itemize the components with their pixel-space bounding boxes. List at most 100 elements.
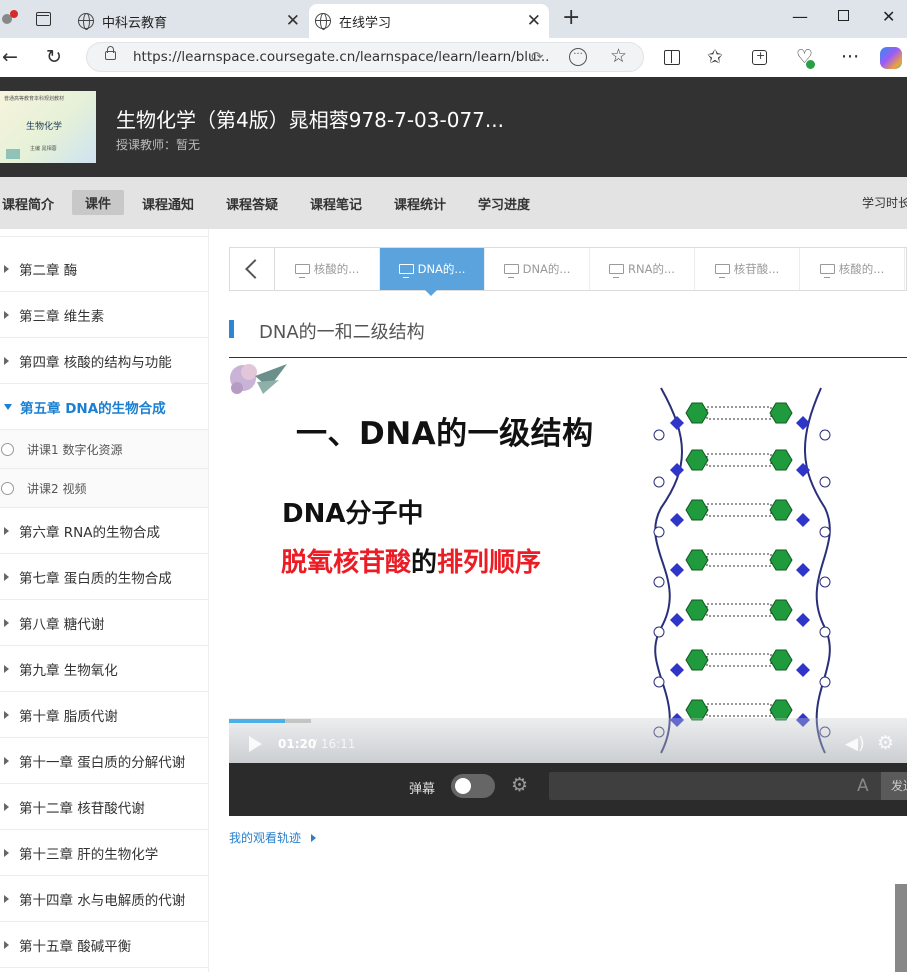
slide-line-2: 脱氧核苷酸的排列顺序 bbox=[281, 542, 541, 579]
more-menu-icon[interactable]: ··· bbox=[841, 46, 859, 68]
sub-item-label: 讲课2 视频 bbox=[27, 481, 87, 496]
chevron-right-icon bbox=[4, 848, 9, 857]
chevron-down-icon bbox=[4, 403, 12, 410]
profile-icon[interactable] bbox=[0, 8, 20, 30]
chapter-label: 第四章 核酸的结构与功能 bbox=[19, 354, 172, 371]
lesson-tab-3[interactable]: DNA的... bbox=[485, 248, 590, 290]
chapter-label: 第十二章 核苷酸代谢 bbox=[19, 800, 145, 817]
browser-tab-1[interactable]: 中科云教育 ✕ bbox=[72, 4, 308, 38]
nav-course-intro[interactable]: 课程简介 bbox=[2, 194, 54, 213]
danmaku-input[interactable] bbox=[549, 772, 881, 800]
section-accent-bar bbox=[229, 320, 234, 338]
volume-icon[interactable]: ◀) bbox=[845, 734, 865, 754]
video-player[interactable]: 一、DNA的一级结构 DNA分子中 脱氧核苷酸的排列顺序 01:20 / 16:… bbox=[229, 357, 907, 763]
tab-title: 中科云教育 bbox=[102, 15, 168, 31]
browser-tab-2[interactable]: 在线学习 ✕ bbox=[309, 4, 549, 38]
nav-notices[interactable]: 课程通知 bbox=[142, 194, 194, 213]
chapter-label: 第七章 蛋白质的生物合成 bbox=[19, 570, 172, 587]
sidebar-chapter-13[interactable]: 第十三章 肝的生物化学 bbox=[0, 830, 208, 876]
total-time: / 16:11 bbox=[313, 737, 356, 751]
lesson-tab-5[interactable]: 核苷酸... bbox=[695, 248, 800, 290]
back-icon[interactable]: ← bbox=[2, 46, 18, 68]
lesson-tab-1[interactable]: 核酸的... bbox=[275, 248, 380, 290]
play-icon[interactable] bbox=[249, 736, 262, 752]
chevron-right-icon bbox=[4, 940, 9, 949]
course-header: 普通高等教育本科规划教材 生物化学 主编 晁相蓉 生物化学（第4版）晁相蓉978… bbox=[0, 77, 907, 177]
sidebar-sub-item-1[interactable]: 讲课1 数字化资源 bbox=[0, 430, 208, 469]
globe-icon bbox=[315, 13, 331, 30]
refresh-icon[interactable]: ↻ bbox=[46, 46, 62, 68]
minimize-icon[interactable]: — bbox=[792, 7, 808, 26]
monitor-icon bbox=[714, 264, 730, 278]
chevron-right-icon bbox=[4, 710, 9, 719]
sidebar-sub-item-2[interactable]: 讲课2 视频 bbox=[0, 469, 208, 508]
chevron-right-icon bbox=[4, 356, 9, 365]
favorite-star-icon[interactable]: ☆ bbox=[610, 45, 627, 67]
sidebar-chapter-6[interactable]: 第六章 RNA的生物合成 bbox=[0, 508, 208, 554]
chevron-right-icon bbox=[4, 572, 9, 581]
collections-icon[interactable]: + bbox=[752, 50, 767, 65]
sidebar-chapter-7[interactable]: 第七章 蛋白质的生物合成 bbox=[0, 554, 208, 600]
cover-author-text: 主编 晁相蓉 bbox=[30, 146, 57, 152]
nav-notes[interactable]: 课程笔记 bbox=[310, 194, 362, 213]
close-window-icon[interactable]: ✕ bbox=[882, 7, 895, 26]
sub-item-label: 讲课1 数字化资源 bbox=[27, 442, 123, 457]
sidebar-chapter-5[interactable]: 第五章 DNA的生物合成 bbox=[0, 384, 208, 430]
watch-track-link[interactable]: 我的观看轨迹 bbox=[229, 829, 317, 846]
settings-icon[interactable]: ⚙ bbox=[877, 732, 894, 754]
sidebar-chapter-9[interactable]: 第九章 生物氧化 bbox=[0, 646, 208, 692]
sidebar-chapter-11[interactable]: 第十一章 蛋白质的分解代谢 bbox=[0, 738, 208, 784]
tab-actions-icon[interactable] bbox=[36, 12, 51, 26]
sidebar-chapter-8[interactable]: 第八章 糖代谢 bbox=[0, 600, 208, 646]
lesson-tab-4[interactable]: RNA的... bbox=[590, 248, 695, 290]
maximize-icon[interactable] bbox=[838, 10, 849, 21]
progress-bar[interactable] bbox=[229, 719, 285, 723]
font-style-icon[interactable]: A bbox=[857, 776, 869, 796]
base-pairs bbox=[653, 402, 831, 738]
chapter-label: 第二章 酶 bbox=[19, 262, 78, 279]
sidebar-chapter-15[interactable]: 第十五章 酸碱平衡 bbox=[0, 922, 208, 968]
course-title: 生物化学（第4版）晁相蓉978-7-03-077... bbox=[116, 108, 504, 132]
chapter-label: 第十五章 酸碱平衡 bbox=[19, 938, 132, 955]
address-bar[interactable]: https://learnspace.coursegate.cn/learnsp… bbox=[86, 42, 644, 72]
lesson-tab-label: DNA的... bbox=[417, 262, 466, 276]
watch-track-label[interactable]: 我的观看轨迹 bbox=[229, 831, 301, 845]
danmaku-label: 弹幕 bbox=[409, 782, 436, 797]
more-info-icon[interactable]: ··· bbox=[569, 48, 587, 66]
slide-red-text-1: 脱氧核苷酸 bbox=[281, 548, 412, 578]
sidebar-chapter-3[interactable]: 第三章 维生素 bbox=[0, 292, 208, 338]
danmaku-toggle[interactable] bbox=[451, 774, 495, 798]
chevron-right-icon bbox=[4, 618, 9, 627]
nav-qa[interactable]: 课程答疑 bbox=[226, 194, 278, 213]
close-icon[interactable]: ✕ bbox=[286, 11, 300, 31]
chapter-label: 第五章 DNA的生物合成 bbox=[20, 400, 166, 417]
nav-courseware[interactable]: 课件 bbox=[72, 190, 125, 215]
chevron-right-icon bbox=[4, 802, 9, 811]
danmaku-settings-icon[interactable]: ⚙ bbox=[511, 774, 528, 796]
page-scrollbar[interactable] bbox=[895, 884, 907, 972]
dna-helix-illustration bbox=[653, 387, 831, 754]
sidebar-chapter-14[interactable]: 第十四章 水与电解质的代谢 bbox=[0, 876, 208, 922]
performance-badge bbox=[806, 60, 815, 69]
status-circle-icon bbox=[1, 442, 14, 456]
sidebar-chapter-4[interactable]: 第四章 核酸的结构与功能 bbox=[0, 338, 208, 384]
new-tab-icon[interactable]: + bbox=[562, 5, 580, 30]
lesson-tab-6[interactable]: 核酸的... bbox=[800, 248, 905, 290]
danmaku-bar: 弹幕 ⚙ A 发送 bbox=[229, 763, 907, 816]
monitor-icon bbox=[503, 264, 519, 278]
nav-statistics[interactable]: 课程统计 bbox=[394, 194, 446, 213]
prev-lesson-button[interactable] bbox=[230, 248, 275, 290]
split-screen-icon[interactable] bbox=[664, 50, 680, 65]
nav-progress[interactable]: 学习进度 bbox=[478, 194, 530, 213]
url-text[interactable]: https://learnspace.coursegate.cn/learnsp… bbox=[133, 49, 549, 65]
sidebar-chapter-10[interactable]: 第十章 脂质代谢 bbox=[0, 692, 208, 738]
read-aloud-icon[interactable]: ⟳ bbox=[531, 48, 544, 66]
sidebar-chapter-12[interactable]: 第十二章 核苷酸代谢 bbox=[0, 784, 208, 830]
slide-heading: 一、DNA的一级结构 bbox=[296, 416, 594, 452]
copilot-icon[interactable] bbox=[880, 47, 902, 69]
close-icon[interactable]: ✕ bbox=[527, 11, 541, 31]
send-button[interactable]: 发送 bbox=[881, 772, 907, 800]
lesson-tab-2[interactable]: DNA的... bbox=[380, 248, 485, 290]
sidebar-chapter-2[interactable]: 第二章 酶 bbox=[0, 246, 208, 292]
favorites-icon[interactable]: ✩ bbox=[707, 46, 723, 68]
